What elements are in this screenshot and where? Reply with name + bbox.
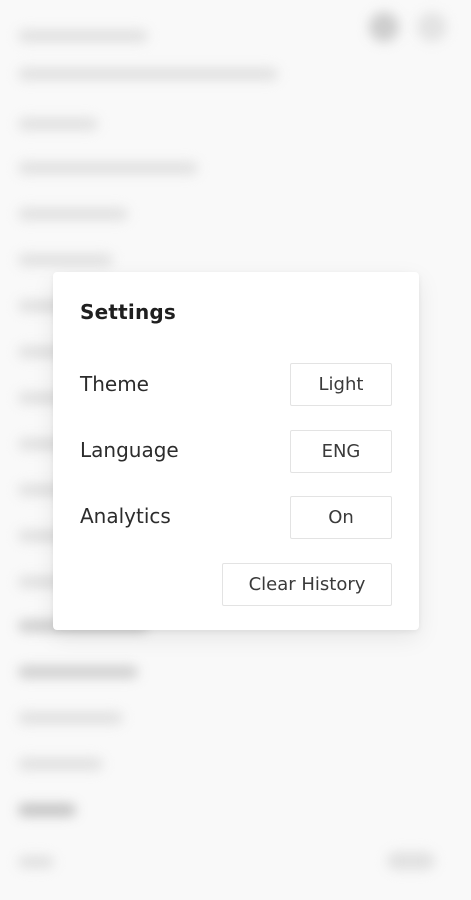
settings-modal: Settings Theme Light Language ENG Analyt… <box>53 272 419 630</box>
analytics-label: Analytics <box>80 504 171 528</box>
bg-line <box>18 758 103 770</box>
bg-line <box>18 118 98 130</box>
settings-title: Settings <box>80 300 177 324</box>
analytics-toggle-button[interactable]: On <box>290 496 392 539</box>
bg-line <box>18 804 76 816</box>
app-screen: Settings Theme Light Language ENG Analyt… <box>0 0 471 900</box>
bg-line <box>18 254 113 266</box>
theme-label: Theme <box>80 372 149 396</box>
bg-line <box>18 30 148 42</box>
settings-icon <box>417 12 447 42</box>
language-select-button[interactable]: ENG <box>290 430 392 473</box>
top-icons <box>369 12 447 42</box>
bg-line <box>18 162 198 174</box>
bg-pill <box>387 852 435 870</box>
bg-line <box>18 208 128 220</box>
bg-line <box>18 666 138 678</box>
language-label: Language <box>80 438 179 462</box>
bg-line <box>18 68 278 80</box>
clear-history-button[interactable]: Clear History <box>222 563 392 606</box>
profile-icon <box>369 12 399 42</box>
bg-line <box>18 712 123 724</box>
theme-toggle-button[interactable]: Light <box>290 363 392 406</box>
bg-line <box>18 856 54 868</box>
